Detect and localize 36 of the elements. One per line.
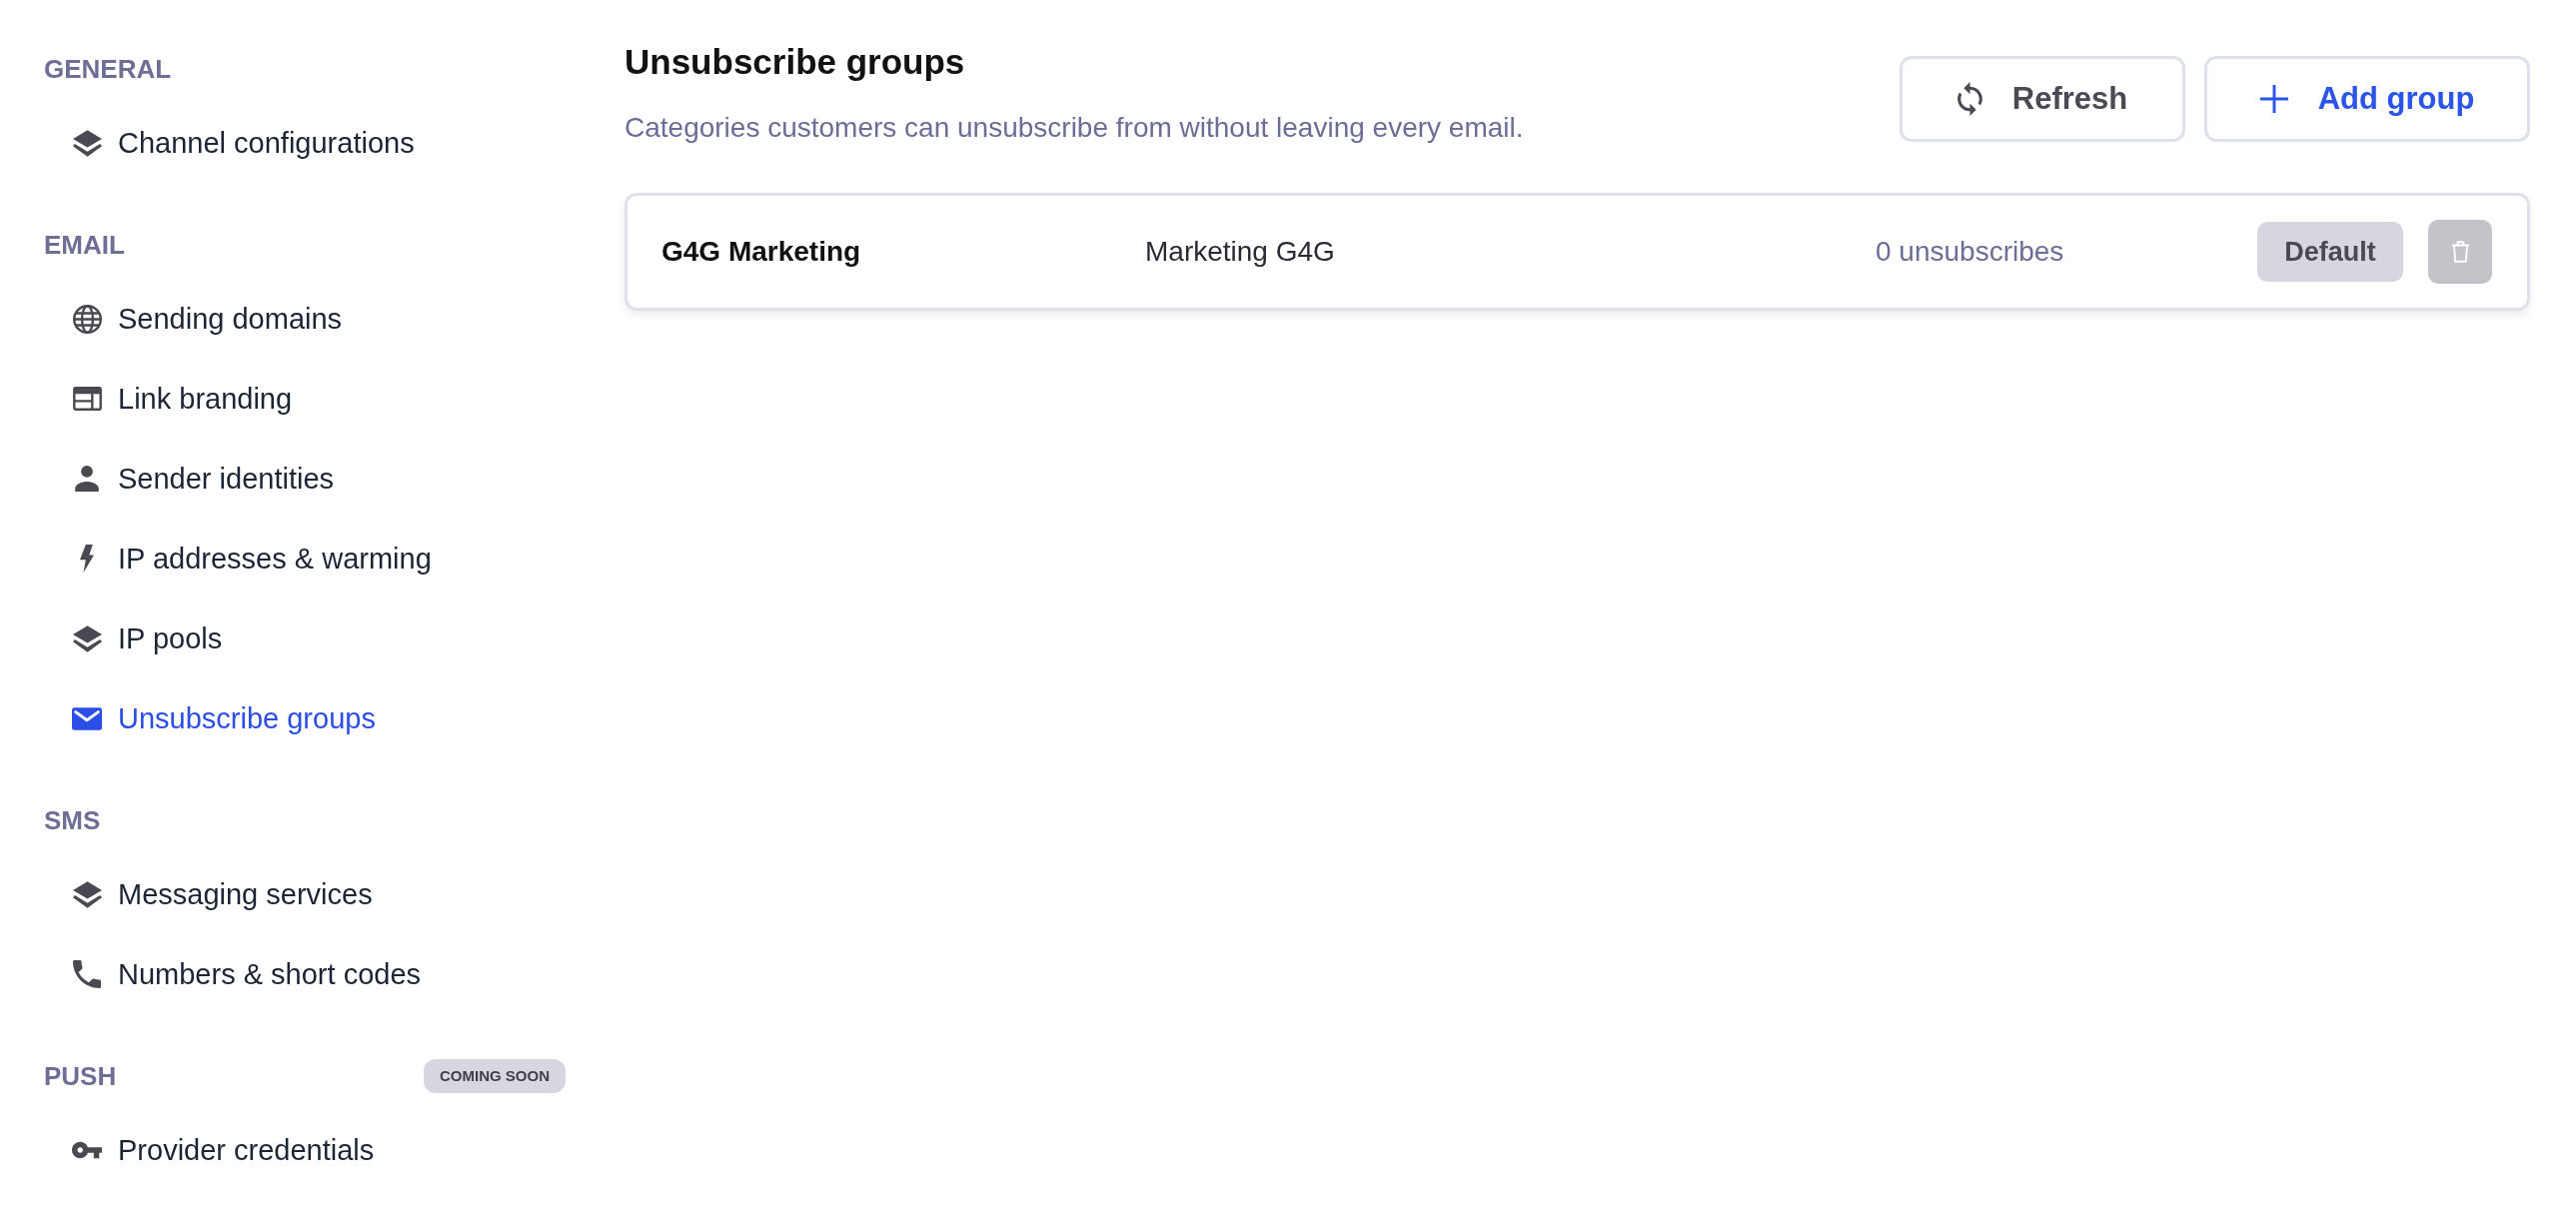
add-group-button[interactable]: Add group (2204, 56, 2530, 142)
section-heading: EMAIL (44, 229, 125, 262)
person-icon (75, 466, 99, 492)
lightning-bolt-icon (80, 545, 94, 573)
browser-window-icon (72, 387, 102, 411)
refresh-button[interactable]: Refresh (1900, 56, 2185, 142)
sidebar-item[interactable]: Messaging services (44, 854, 566, 934)
status-badge: COMING SOON (424, 1059, 566, 1093)
envelope-icon (72, 706, 102, 730)
unsubscribe-count: 0 unsubscribes (1876, 236, 2064, 267)
key-icon (72, 1141, 102, 1159)
layers-icon (72, 880, 102, 908)
sidebar-item[interactable]: IP pools (44, 599, 566, 678)
section-heading: PUSH (44, 1060, 117, 1093)
trash-icon (2450, 241, 2470, 263)
layers-icon (72, 129, 102, 157)
globe-icon (72, 304, 102, 334)
sidebar-item[interactable]: Sender identities (44, 439, 566, 519)
group-description: Marketing G4G (1145, 236, 1335, 267)
sidebar-item[interactable]: Provider credentials (44, 1110, 566, 1190)
default-badge: Default (2257, 222, 2403, 282)
sidebar-item[interactable]: Channel configurations (44, 103, 566, 183)
plus-icon (2259, 85, 2288, 113)
sidebar-item[interactable]: IP addresses & warming (44, 519, 566, 599)
page-title: Unsubscribe groups (625, 41, 966, 83)
page-description: Categories customers can unsubscribe from without leaving every email. (625, 111, 1524, 145)
sidebar-item[interactable]: Link branding (44, 359, 566, 439)
sidebar-item[interactable]: Unsubscribe groups (44, 678, 566, 758)
refresh-icon (1956, 82, 1982, 116)
section-heading: SMS (44, 804, 101, 837)
sidebar-item[interactable]: Numbers & short codes (44, 934, 566, 1014)
phone-icon (73, 960, 101, 988)
sidebar-item[interactable]: Sending domains (44, 279, 566, 359)
group-name: G4G Marketing (661, 236, 861, 267)
layers-icon (72, 624, 102, 652)
section-heading: GENERAL (44, 53, 172, 86)
